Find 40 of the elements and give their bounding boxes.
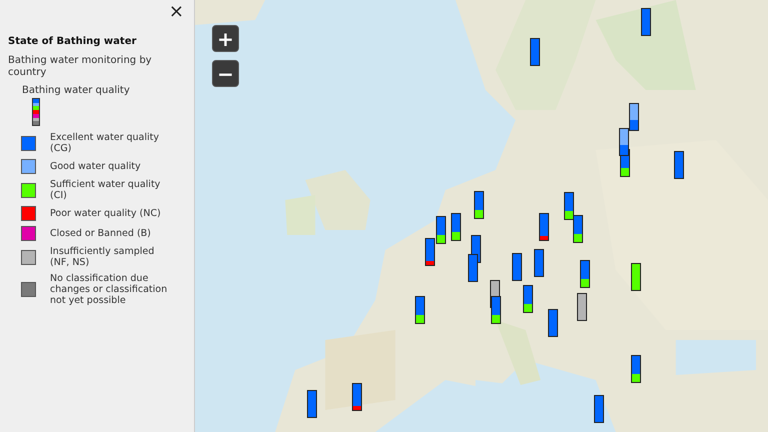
bar-marker-icon[interactable]	[641, 8, 651, 36]
bar-marker-icon[interactable]	[539, 213, 549, 241]
bar-marker-icon[interactable]	[594, 395, 604, 423]
bar-marker-icon[interactable]	[425, 238, 435, 266]
bar-marker-icon[interactable]	[631, 263, 641, 291]
bar-marker-icon[interactable]	[415, 296, 425, 324]
bar-marker-icon[interactable]	[573, 215, 583, 243]
bar-marker-icon[interactable]	[352, 383, 362, 411]
bar-marker-icon[interactable]	[629, 103, 639, 131]
bar-marker-icon[interactable]	[512, 253, 522, 281]
legend-label: No classification due changes or classification not yet possible	[50, 273, 168, 306]
bar-marker-icon[interactable]	[619, 128, 629, 156]
close-button[interactable]: ×	[166, 2, 186, 22]
panel-subtitle: Bathing water monitoring by country	[8, 55, 153, 79]
bar-marker-icon[interactable]	[436, 216, 446, 244]
legend-label: Good water quality	[50, 161, 142, 172]
legend-label: Sufficient water quality (CI)	[50, 179, 162, 201]
bar-marker-icon[interactable]	[548, 309, 558, 337]
bar-marker-icon[interactable]	[307, 390, 317, 418]
bar-marker-icon[interactable]	[534, 249, 544, 277]
bar-marker-icon[interactable]	[580, 260, 590, 288]
legend-title: Bathing water quality	[22, 85, 131, 96]
legend-label: Poor water quality (NC)	[50, 208, 162, 219]
legend-label: Excellent water quality (CG)	[50, 132, 160, 154]
zoom-out-button[interactable]: −	[212, 60, 239, 87]
legend-label: Closed or Banned (B)	[50, 228, 152, 239]
bar-marker-icon[interactable]	[523, 285, 533, 313]
zoom-in-button[interactable]: +	[212, 25, 239, 52]
bar-marker-icon[interactable]	[468, 254, 478, 282]
bar-marker-icon[interactable]	[577, 293, 587, 321]
bar-marker-icon[interactable]	[474, 191, 484, 219]
stacked-bar-icon	[32, 98, 40, 126]
bar-marker-icon[interactable]	[631, 355, 641, 383]
bar-marker-icon[interactable]	[564, 192, 574, 220]
panel-title: State of Bathing water	[8, 36, 138, 47]
legend-label: Insufficiently sampled (NF, NS)	[50, 246, 156, 268]
bar-marker-icon[interactable]	[491, 296, 501, 324]
bar-marker-icon[interactable]	[530, 38, 540, 66]
bar-marker-icon[interactable]	[674, 151, 684, 179]
bar-marker-icon[interactable]	[451, 213, 461, 241]
